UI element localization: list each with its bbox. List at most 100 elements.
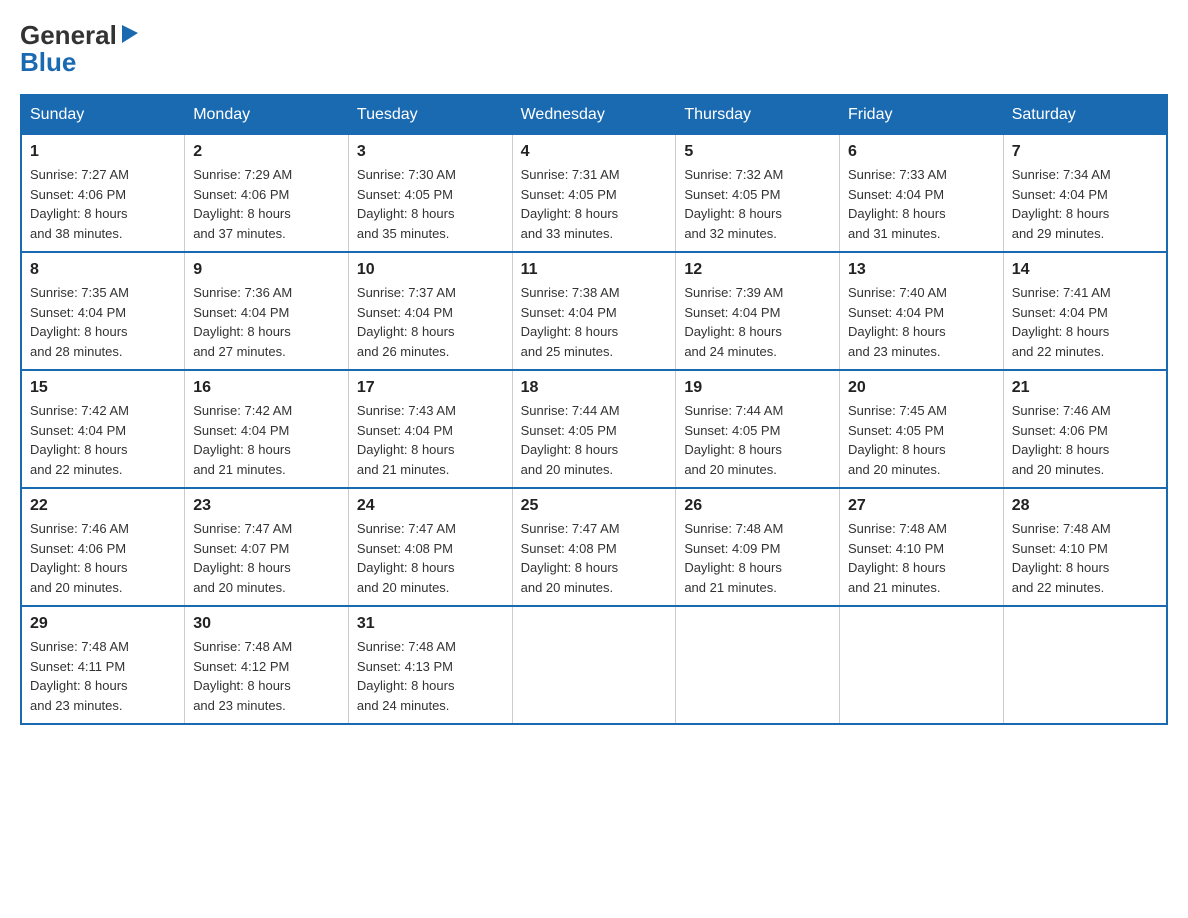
calendar-day-cell: 27 Sunrise: 7:48 AM Sunset: 4:10 PM Dayl… xyxy=(840,488,1004,606)
calendar-day-cell xyxy=(512,606,676,724)
calendar-day-cell xyxy=(840,606,1004,724)
calendar-day-cell: 7 Sunrise: 7:34 AM Sunset: 4:04 PM Dayli… xyxy=(1003,135,1167,253)
day-info: Sunrise: 7:38 AM Sunset: 4:04 PM Dayligh… xyxy=(521,285,620,359)
calendar-day-cell: 29 Sunrise: 7:48 AM Sunset: 4:11 PM Dayl… xyxy=(21,606,185,724)
calendar-day-cell: 17 Sunrise: 7:43 AM Sunset: 4:04 PM Dayl… xyxy=(348,370,512,488)
calendar-day-cell: 22 Sunrise: 7:46 AM Sunset: 4:06 PM Dayl… xyxy=(21,488,185,606)
day-number: 29 xyxy=(30,615,176,633)
calendar-week-row: 29 Sunrise: 7:48 AM Sunset: 4:11 PM Dayl… xyxy=(21,606,1167,724)
calendar-day-cell: 26 Sunrise: 7:48 AM Sunset: 4:09 PM Dayl… xyxy=(676,488,840,606)
day-number: 4 xyxy=(521,143,668,161)
day-number: 6 xyxy=(848,143,995,161)
day-info: Sunrise: 7:47 AM Sunset: 4:07 PM Dayligh… xyxy=(193,521,292,595)
day-number: 13 xyxy=(848,261,995,279)
day-info: Sunrise: 7:47 AM Sunset: 4:08 PM Dayligh… xyxy=(357,521,456,595)
day-info: Sunrise: 7:46 AM Sunset: 4:06 PM Dayligh… xyxy=(1012,403,1111,477)
day-number: 22 xyxy=(30,497,176,515)
day-number: 7 xyxy=(1012,143,1158,161)
calendar-day-header: Monday xyxy=(185,95,349,135)
day-number: 12 xyxy=(684,261,831,279)
day-number: 5 xyxy=(684,143,831,161)
day-number: 30 xyxy=(193,615,340,633)
day-info: Sunrise: 7:27 AM Sunset: 4:06 PM Dayligh… xyxy=(30,167,129,241)
day-number: 23 xyxy=(193,497,340,515)
calendar-day-cell: 28 Sunrise: 7:48 AM Sunset: 4:10 PM Dayl… xyxy=(1003,488,1167,606)
day-number: 10 xyxy=(357,261,504,279)
calendar-week-row: 8 Sunrise: 7:35 AM Sunset: 4:04 PM Dayli… xyxy=(21,252,1167,370)
day-number: 17 xyxy=(357,379,504,397)
day-info: Sunrise: 7:48 AM Sunset: 4:09 PM Dayligh… xyxy=(684,521,783,595)
calendar-day-cell: 8 Sunrise: 7:35 AM Sunset: 4:04 PM Dayli… xyxy=(21,252,185,370)
day-number: 11 xyxy=(521,261,668,279)
day-info: Sunrise: 7:48 AM Sunset: 4:11 PM Dayligh… xyxy=(30,639,129,713)
calendar-day-cell: 13 Sunrise: 7:40 AM Sunset: 4:04 PM Dayl… xyxy=(840,252,1004,370)
day-number: 20 xyxy=(848,379,995,397)
day-info: Sunrise: 7:37 AM Sunset: 4:04 PM Dayligh… xyxy=(357,285,456,359)
day-number: 28 xyxy=(1012,497,1158,515)
calendar-day-cell: 24 Sunrise: 7:47 AM Sunset: 4:08 PM Dayl… xyxy=(348,488,512,606)
day-info: Sunrise: 7:48 AM Sunset: 4:13 PM Dayligh… xyxy=(357,639,456,713)
calendar-day-cell: 11 Sunrise: 7:38 AM Sunset: 4:04 PM Dayl… xyxy=(512,252,676,370)
day-number: 21 xyxy=(1012,379,1158,397)
day-info: Sunrise: 7:44 AM Sunset: 4:05 PM Dayligh… xyxy=(521,403,620,477)
calendar-day-cell: 1 Sunrise: 7:27 AM Sunset: 4:06 PM Dayli… xyxy=(21,135,185,253)
day-number: 24 xyxy=(357,497,504,515)
calendar-day-cell: 15 Sunrise: 7:42 AM Sunset: 4:04 PM Dayl… xyxy=(21,370,185,488)
day-info: Sunrise: 7:48 AM Sunset: 4:10 PM Dayligh… xyxy=(848,521,947,595)
calendar-day-cell: 10 Sunrise: 7:37 AM Sunset: 4:04 PM Dayl… xyxy=(348,252,512,370)
calendar-table: SundayMondayTuesdayWednesdayThursdayFrid… xyxy=(20,94,1168,725)
day-number: 15 xyxy=(30,379,176,397)
day-number: 27 xyxy=(848,497,995,515)
day-info: Sunrise: 7:46 AM Sunset: 4:06 PM Dayligh… xyxy=(30,521,129,595)
calendar-day-header: Friday xyxy=(840,95,1004,135)
day-info: Sunrise: 7:41 AM Sunset: 4:04 PM Dayligh… xyxy=(1012,285,1111,359)
calendar-day-header: Saturday xyxy=(1003,95,1167,135)
day-number: 18 xyxy=(521,379,668,397)
day-number: 8 xyxy=(30,261,176,279)
day-number: 14 xyxy=(1012,261,1158,279)
calendar-day-header: Wednesday xyxy=(512,95,676,135)
day-info: Sunrise: 7:32 AM Sunset: 4:05 PM Dayligh… xyxy=(684,167,783,241)
day-number: 26 xyxy=(684,497,831,515)
calendar-day-header: Thursday xyxy=(676,95,840,135)
day-number: 16 xyxy=(193,379,340,397)
day-info: Sunrise: 7:31 AM Sunset: 4:05 PM Dayligh… xyxy=(521,167,620,241)
logo: General Blue xyxy=(20,20,140,78)
calendar-day-cell: 21 Sunrise: 7:46 AM Sunset: 4:06 PM Dayl… xyxy=(1003,370,1167,488)
calendar-day-cell: 23 Sunrise: 7:47 AM Sunset: 4:07 PM Dayl… xyxy=(185,488,349,606)
logo-arrow-icon xyxy=(118,23,140,45)
day-info: Sunrise: 7:43 AM Sunset: 4:04 PM Dayligh… xyxy=(357,403,456,477)
day-info: Sunrise: 7:45 AM Sunset: 4:05 PM Dayligh… xyxy=(848,403,947,477)
calendar-day-cell: 3 Sunrise: 7:30 AM Sunset: 4:05 PM Dayli… xyxy=(348,135,512,253)
day-number: 19 xyxy=(684,379,831,397)
page-header: General Blue xyxy=(20,20,1168,78)
calendar-day-header: Tuesday xyxy=(348,95,512,135)
day-info: Sunrise: 7:48 AM Sunset: 4:10 PM Dayligh… xyxy=(1012,521,1111,595)
day-number: 31 xyxy=(357,615,504,633)
calendar-week-row: 15 Sunrise: 7:42 AM Sunset: 4:04 PM Dayl… xyxy=(21,370,1167,488)
calendar-day-cell: 4 Sunrise: 7:31 AM Sunset: 4:05 PM Dayli… xyxy=(512,135,676,253)
day-info: Sunrise: 7:34 AM Sunset: 4:04 PM Dayligh… xyxy=(1012,167,1111,241)
calendar-day-cell: 5 Sunrise: 7:32 AM Sunset: 4:05 PM Dayli… xyxy=(676,135,840,253)
calendar-day-cell: 9 Sunrise: 7:36 AM Sunset: 4:04 PM Dayli… xyxy=(185,252,349,370)
calendar-day-cell: 16 Sunrise: 7:42 AM Sunset: 4:04 PM Dayl… xyxy=(185,370,349,488)
day-info: Sunrise: 7:33 AM Sunset: 4:04 PM Dayligh… xyxy=(848,167,947,241)
day-info: Sunrise: 7:39 AM Sunset: 4:04 PM Dayligh… xyxy=(684,285,783,359)
day-info: Sunrise: 7:42 AM Sunset: 4:04 PM Dayligh… xyxy=(30,403,129,477)
calendar-day-header: Sunday xyxy=(21,95,185,135)
calendar-day-cell: 25 Sunrise: 7:47 AM Sunset: 4:08 PM Dayl… xyxy=(512,488,676,606)
calendar-day-cell xyxy=(676,606,840,724)
day-number: 3 xyxy=(357,143,504,161)
day-info: Sunrise: 7:29 AM Sunset: 4:06 PM Dayligh… xyxy=(193,167,292,241)
day-info: Sunrise: 7:36 AM Sunset: 4:04 PM Dayligh… xyxy=(193,285,292,359)
calendar-day-cell: 20 Sunrise: 7:45 AM Sunset: 4:05 PM Dayl… xyxy=(840,370,1004,488)
calendar-day-cell xyxy=(1003,606,1167,724)
calendar-day-cell: 30 Sunrise: 7:48 AM Sunset: 4:12 PM Dayl… xyxy=(185,606,349,724)
calendar-day-cell: 18 Sunrise: 7:44 AM Sunset: 4:05 PM Dayl… xyxy=(512,370,676,488)
calendar-day-cell: 2 Sunrise: 7:29 AM Sunset: 4:06 PM Dayli… xyxy=(185,135,349,253)
calendar-week-row: 1 Sunrise: 7:27 AM Sunset: 4:06 PM Dayli… xyxy=(21,135,1167,253)
day-info: Sunrise: 7:47 AM Sunset: 4:08 PM Dayligh… xyxy=(521,521,620,595)
logo-blue-text: Blue xyxy=(20,47,76,78)
day-info: Sunrise: 7:42 AM Sunset: 4:04 PM Dayligh… xyxy=(193,403,292,477)
day-info: Sunrise: 7:30 AM Sunset: 4:05 PM Dayligh… xyxy=(357,167,456,241)
